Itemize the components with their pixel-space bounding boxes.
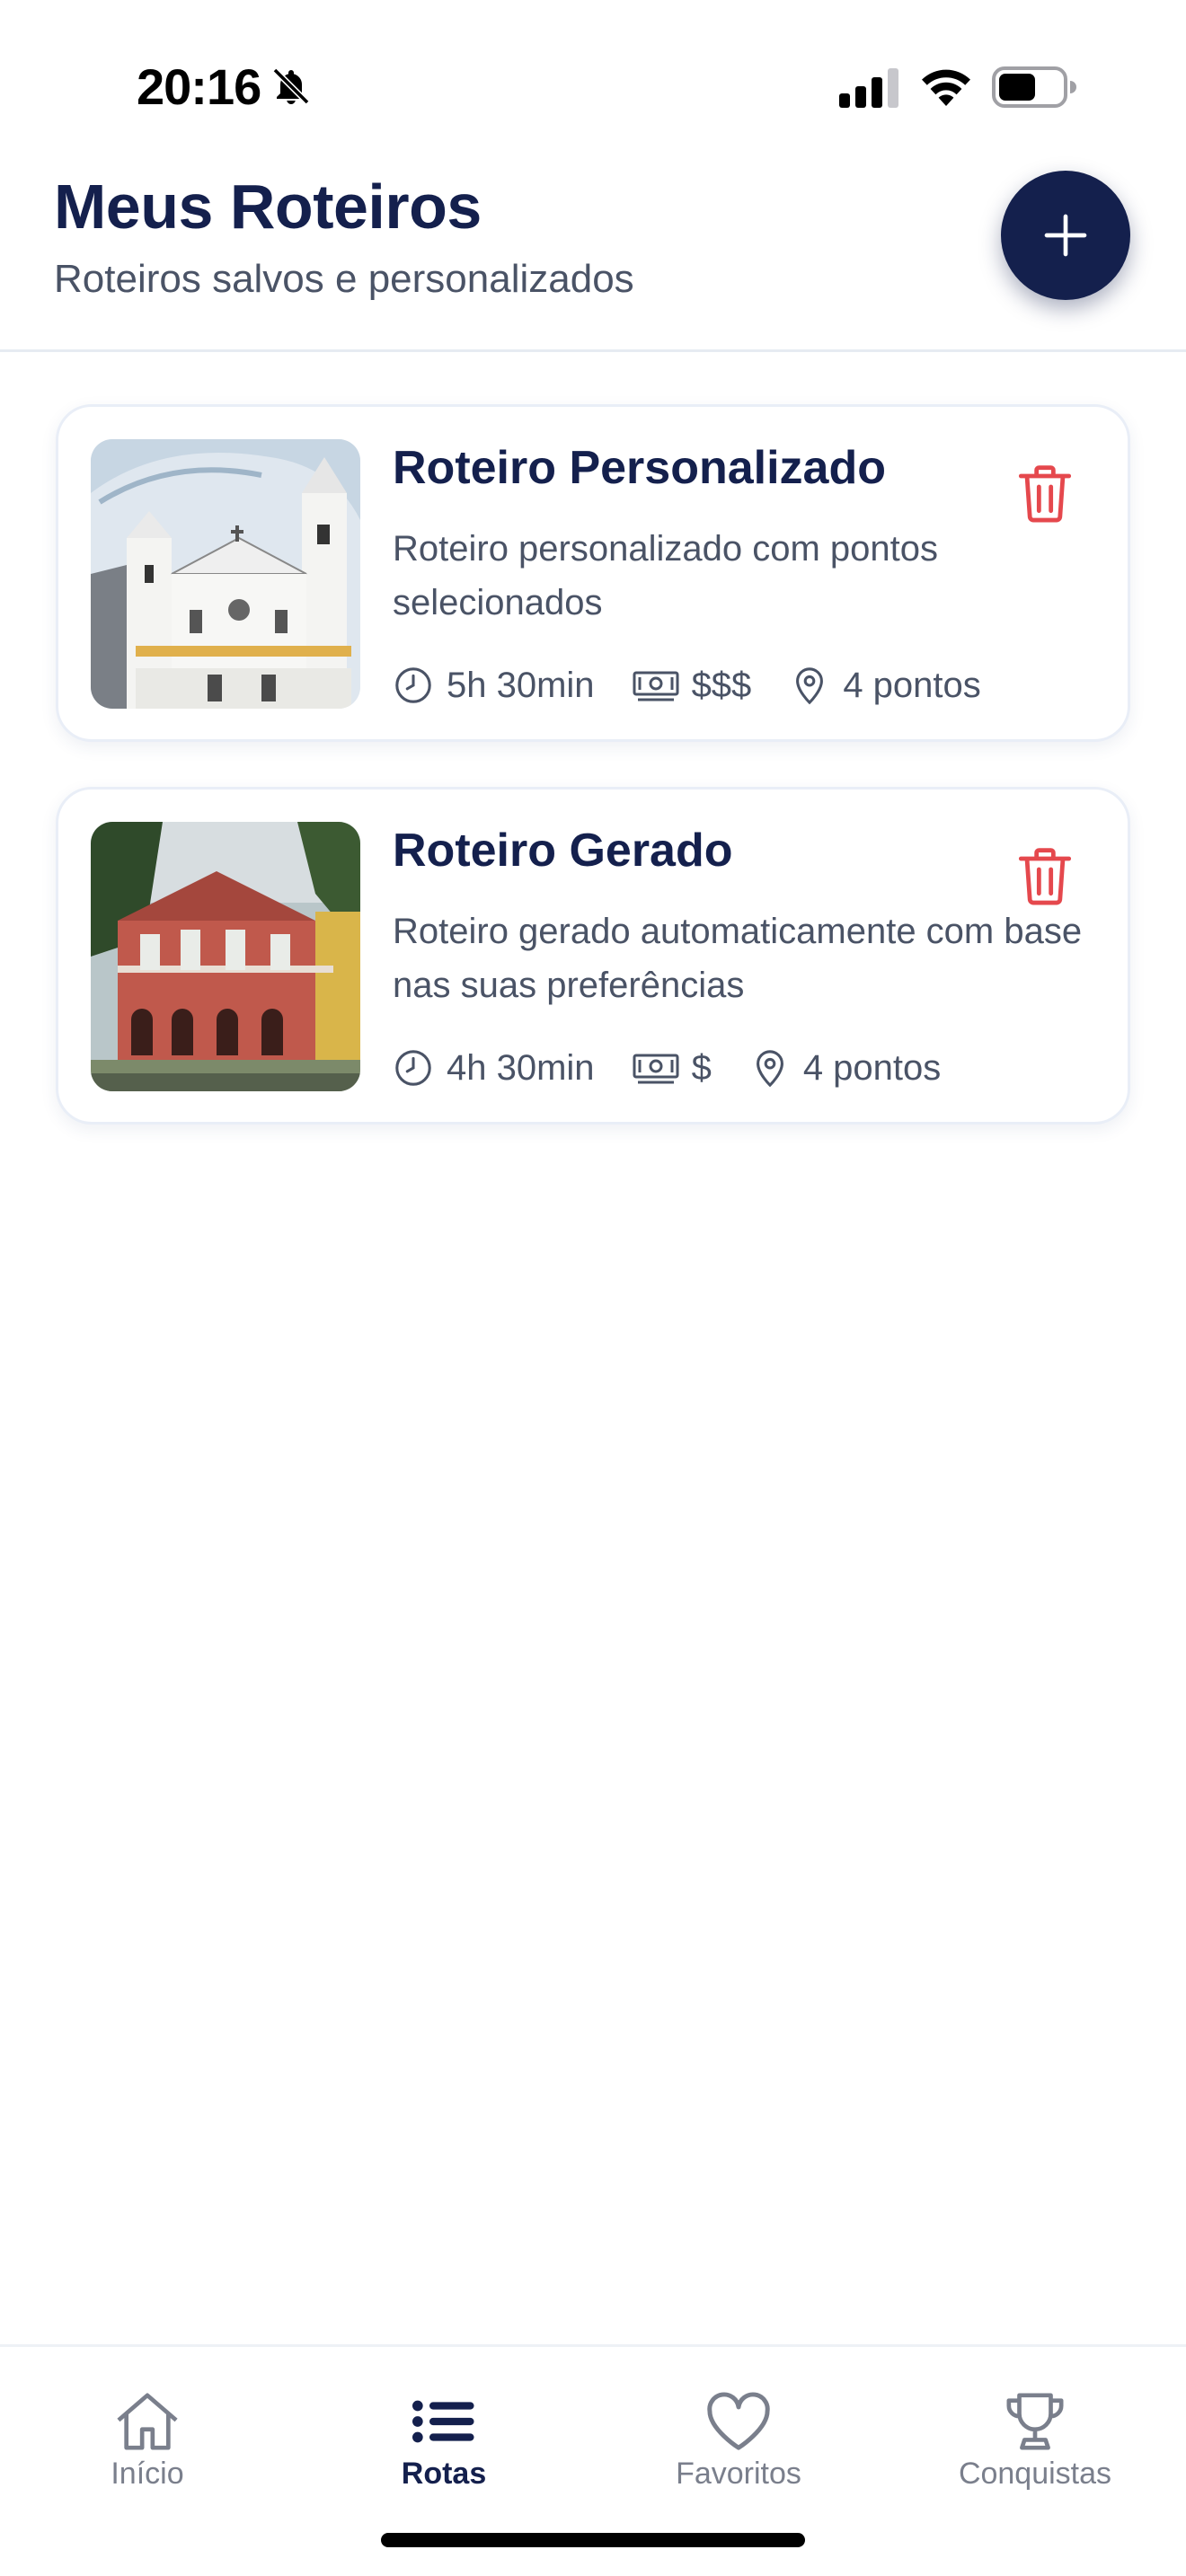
tab-label: Conquistas <box>958 2457 1112 2491</box>
tab-label: Rotas <box>401 2457 487 2491</box>
cathedral-photo <box>91 439 360 709</box>
page-subtitle: Roteiros salvos e personalizados <box>54 257 634 301</box>
route-points-value: 4 pontos <box>843 665 981 705</box>
trophy-icon <box>1006 2393 1064 2450</box>
cellular-signal-icon <box>839 68 898 108</box>
route-price-value: $$$ <box>691 665 752 705</box>
bell-slash-icon <box>272 67 310 105</box>
heart-icon <box>707 2392 770 2450</box>
trash-icon[interactable] <box>1016 463 1074 525</box>
money-icon <box>633 671 679 701</box>
home-indicator <box>381 2533 805 2547</box>
route-image <box>91 439 360 709</box>
route-points: 4 pontos <box>749 1047 941 1089</box>
route-price: $$$ <box>633 665 752 706</box>
route-image <box>91 822 360 1091</box>
route-title: Roteiro Gerado <box>393 825 733 877</box>
clock-icon <box>395 1050 431 1086</box>
route-card[interactable]: Roteiro Gerado Roteiro gerado automatica… <box>56 787 1130 1125</box>
colonial-building-photo <box>91 822 360 1091</box>
money-icon <box>633 1054 679 1084</box>
route-meta: 4h 30min $ 4 pontos <box>393 1043 978 1093</box>
route-duration-value: 4h 30min <box>447 1047 595 1088</box>
list-icon <box>412 2400 474 2443</box>
status-bar: 20:16 <box>0 0 1186 171</box>
route-description: Roteiro personalizado com pontos selecio… <box>393 529 939 622</box>
route-price-value: $ <box>691 1047 712 1088</box>
tab-rotas[interactable]: Rotas <box>327 2390 561 2507</box>
route-price: $ <box>633 1048 712 1089</box>
tab-conquistas[interactable]: Conquistas <box>918 2390 1152 2507</box>
route-card[interactable]: Roteiro Personalizado Roteiro personaliz… <box>56 404 1130 742</box>
plus-icon <box>1044 214 1087 257</box>
route-points: 4 pontos <box>789 665 981 706</box>
clock-icon <box>395 667 431 703</box>
page-title: Meus Roteiros <box>54 172 482 242</box>
tab-label: Início <box>111 2457 184 2491</box>
route-meta: 5h 30min $$$ 4 pontos <box>393 660 1019 710</box>
add-route-button[interactable] <box>1001 171 1130 300</box>
route-title: Roteiro Personalizado <box>393 442 886 494</box>
tab-favoritos[interactable]: Favoritos <box>622 2390 855 2507</box>
map-pin-icon <box>756 1050 783 1088</box>
route-duration: 4h 30min <box>393 1047 595 1089</box>
page-header: Meus Roteiros Roteiros salvos e personal… <box>0 171 1186 352</box>
route-duration: 5h 30min <box>393 665 595 706</box>
tab-label: Favoritos <box>676 2457 801 2491</box>
map-pin-icon <box>796 667 824 705</box>
route-points-value: 4 pontos <box>802 1047 942 1088</box>
route-duration-value: 5h 30min <box>447 665 595 705</box>
route-description: Roteiro gerado automaticamente com base … <box>393 912 1083 1005</box>
trash-icon[interactable] <box>1016 845 1074 908</box>
battery-icon <box>992 66 1076 108</box>
tab-inicio[interactable]: Início <box>31 2390 264 2507</box>
home-icon <box>117 2393 178 2450</box>
status-time: 20:16 <box>137 58 261 115</box>
wifi-icon <box>922 69 970 106</box>
